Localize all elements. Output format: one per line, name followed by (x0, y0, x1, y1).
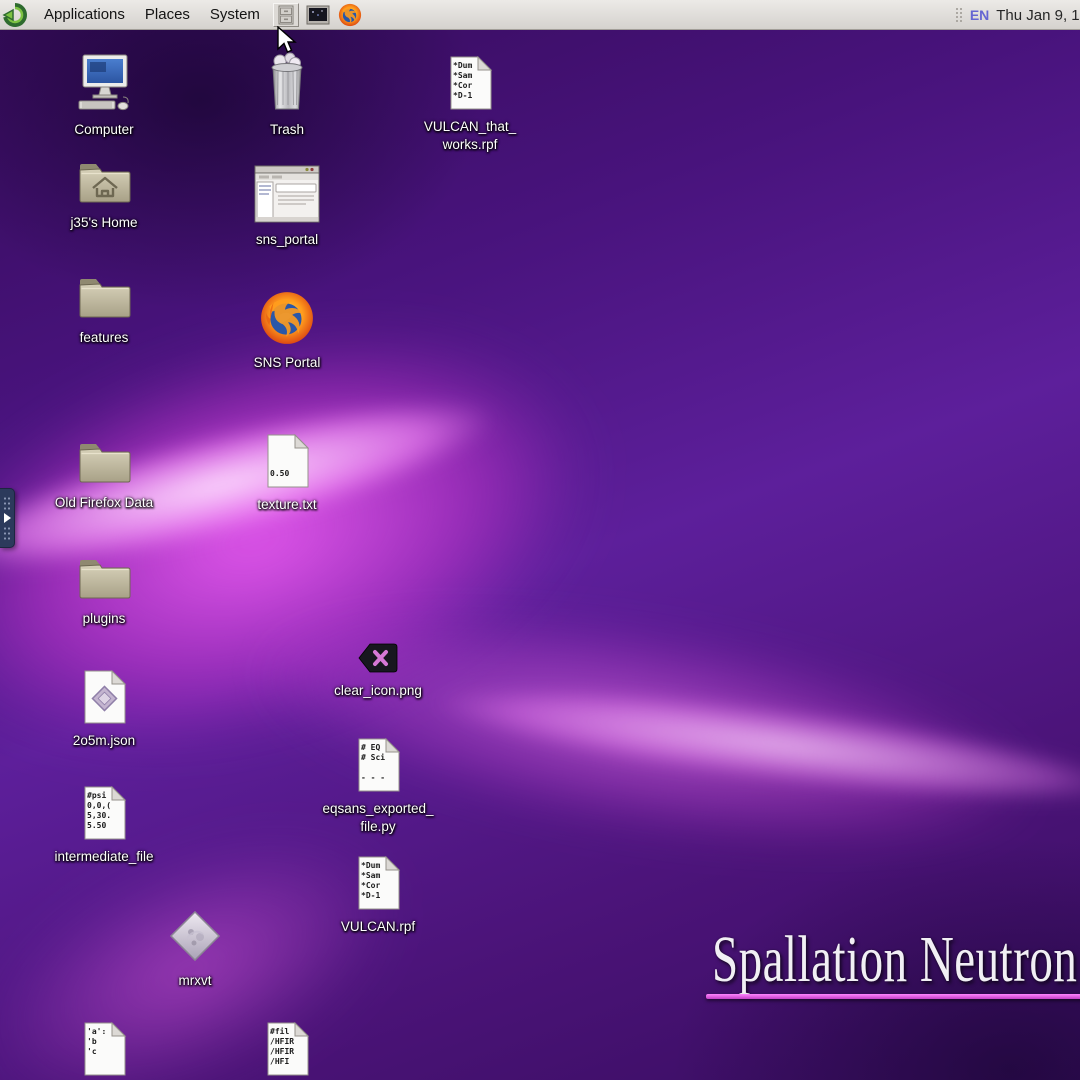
wallpaper-caption-underline (706, 994, 1080, 999)
text-file-icon: 0.50 (264, 434, 310, 493)
menu-places[interactable]: Places (135, 2, 200, 27)
icon-label: Old Firefox Data (55, 494, 153, 512)
file-manager-launcher[interactable] (273, 3, 299, 27)
keyboard-layout-indicator[interactable]: EN (970, 7, 989, 23)
icon-label: clear_icon.png (334, 682, 422, 700)
desktop-icon-sns-portal-file[interactable]: sns_portal (227, 165, 347, 249)
file-preview-text: #fil /HFIR /HFIR /HFI (270, 1027, 294, 1067)
file-preview-text: # EQ # Sci - - - (361, 743, 385, 783)
icon-label: j35's Home (70, 214, 137, 232)
json-file-icon (81, 670, 127, 729)
wallpaper-shade (560, 760, 1080, 1080)
desktop-icon-bottom-file-b[interactable]: #fil /HFIR /HFIR /HFI (227, 1022, 347, 1080)
icon-label: Computer (74, 121, 133, 139)
trash-icon (264, 51, 310, 118)
icon-label: sns_portal (256, 231, 318, 249)
file-preview-text: 'a': 'b 'c (87, 1027, 106, 1057)
desktop-icon-trash[interactable]: Trash (227, 51, 347, 139)
icon-label: VULCAN_that_ works.rpf (424, 118, 516, 154)
top-panel: Applications Places System (0, 0, 1080, 30)
desktop-icon-intermediate-file[interactable]: #psi 0,0,( 5,30. 5.50 intermediate_file (44, 786, 164, 866)
panel-right-cluster: EN Thu Jan 9, 19 (955, 0, 1080, 30)
desktop-icon-vulcan-that-works[interactable]: *Dum *Sam *Cor *D-1 VULCAN_that_ works.r… (410, 56, 530, 154)
desktop-icon-bottom-file-a[interactable]: 'a': 'b 'c (44, 1022, 164, 1080)
icon-label: VULCAN.rpf (341, 918, 415, 936)
icon-label: mrxvt (179, 972, 212, 990)
file-preview-text: *Dum *Sam *Cor *D-1 (361, 861, 380, 901)
file-preview-text: *Dum *Sam *Cor *D-1 (453, 61, 472, 101)
desktop-icon-sns-portal-link[interactable]: SNS Portal (227, 290, 347, 372)
icon-label: SNS Portal (254, 354, 321, 372)
grip-dots-icon (3, 526, 11, 540)
text-file-icon: *Dum *Sam *Cor *D-1 (355, 856, 401, 915)
diamond-app-icon (167, 908, 223, 969)
expand-arrow-icon (4, 513, 11, 523)
file-preview-text: #psi 0,0,( 5,30. 5.50 (87, 791, 111, 831)
desktop-screen: Spallation Neutron Source (0, 0, 1080, 1080)
file-cabinet-icon (276, 5, 296, 25)
desktop-icon-features[interactable]: features (44, 273, 164, 347)
applet-grip-icon[interactable] (955, 7, 963, 23)
icon-label: intermediate_file (54, 848, 153, 866)
icon-label: 2o5m.json (73, 732, 135, 750)
wallpaper-caption: Spallation Neutron Source (712, 922, 1080, 998)
desktop-icon-plugins[interactable]: plugins (44, 554, 164, 628)
home-folder-icon (76, 158, 132, 211)
computer-icon (73, 53, 135, 118)
desktop-icon-texture-txt[interactable]: 0.50 texture.txt (227, 434, 347, 514)
desktop-icon-vulcan-rpf[interactable]: *Dum *Sam *Cor *D-1 VULCAN.rpf (318, 856, 438, 936)
desktop-icon-mrxvt[interactable]: mrxvt (135, 908, 255, 990)
icon-label: plugins (83, 610, 126, 628)
mouse-cursor (276, 26, 298, 56)
text-file-icon: #fil /HFIR /HFIR /HFI (264, 1022, 310, 1080)
file-preview-text: 0.50 (270, 439, 289, 479)
desktop-icon-2o5m-json[interactable]: 2o5m.json (44, 670, 164, 750)
text-file-icon: *Dum *Sam *Cor *D-1 (447, 56, 493, 115)
text-file-icon: # EQ # Sci - - - (355, 738, 401, 797)
folder-icon (76, 273, 132, 326)
wallpaper-streak (106, 519, 1080, 940)
firefox-icon (259, 290, 315, 351)
firefox-launcher[interactable] (337, 3, 363, 27)
icon-label: eqsans_exported_ file.py (322, 800, 433, 836)
terminal-launcher[interactable] (305, 3, 331, 27)
distro-logo-icon[interactable] (2, 2, 28, 28)
terminal-icon (306, 5, 330, 25)
text-file-icon: #psi 0,0,( 5,30. 5.50 (81, 786, 127, 845)
menu-system[interactable]: System (200, 2, 270, 27)
desktop-icon-home[interactable]: j35's Home (44, 158, 164, 232)
menu-applications[interactable]: Applications (34, 2, 135, 27)
text-file-icon: 'a': 'b 'c (81, 1022, 127, 1080)
folder-icon (76, 554, 132, 607)
hidden-panel-handle[interactable] (0, 488, 15, 548)
desktop-icon-old-firefox-data[interactable]: Old Firefox Data (44, 438, 164, 512)
image-thumbnail-icon (357, 642, 399, 679)
icon-label: texture.txt (257, 496, 316, 514)
wallpaper-streak (328, 645, 1080, 844)
desktop-icon-eqsans-exported[interactable]: # EQ # Sci - - - eqsans_exported_ file.p… (318, 738, 438, 836)
icon-label: Trash (270, 121, 304, 139)
firefox-icon (338, 3, 362, 27)
icon-label: features (80, 329, 129, 347)
panel-clock[interactable]: Thu Jan 9, 19 (996, 7, 1080, 24)
window-thumbnail-icon (254, 165, 320, 228)
grip-dots-icon (3, 496, 11, 510)
desktop-icon-clear-png[interactable]: clear_icon.png (318, 642, 438, 700)
folder-icon (76, 438, 132, 491)
desktop-icon-computer[interactable]: Computer (44, 53, 164, 139)
